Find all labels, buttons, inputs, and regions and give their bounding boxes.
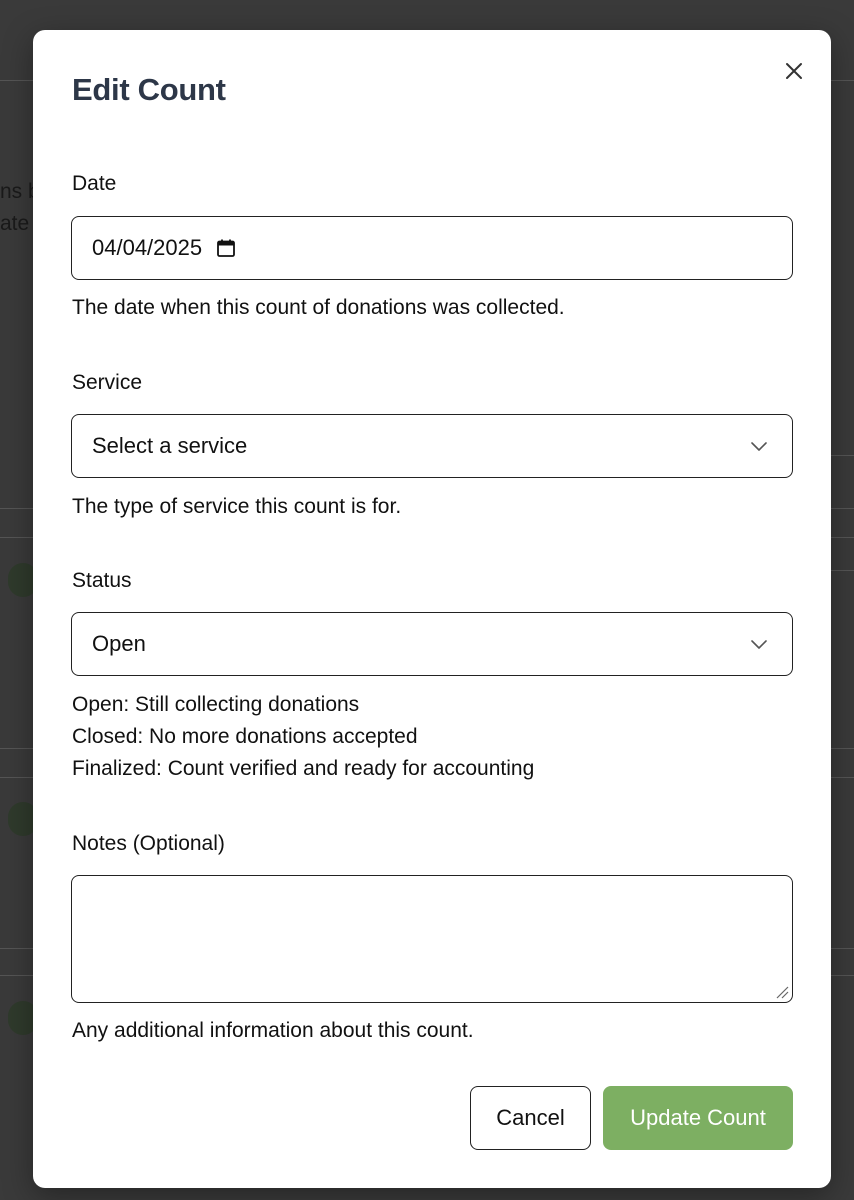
status-select[interactable]: Open xyxy=(71,612,793,676)
notes-help-text: Any additional information about this co… xyxy=(72,1019,474,1042)
date-help-text: The date when this count of donations wa… xyxy=(72,296,565,319)
cancel-button[interactable]: Cancel xyxy=(470,1086,591,1150)
close-icon xyxy=(786,63,802,79)
chevron-down-icon xyxy=(751,442,767,451)
date-label: Date xyxy=(72,172,117,195)
notes-textarea[interactable] xyxy=(71,875,793,1003)
close-button[interactable] xyxy=(779,56,809,86)
service-label: Service xyxy=(72,371,143,394)
status-selected-value: Open xyxy=(92,631,146,656)
edit-count-dialog: Edit Count Date 04/04/2025 The date when… xyxy=(33,30,831,1188)
service-help-text: The type of service this count is for. xyxy=(72,495,402,518)
status-help-line: Finalized: Count verified and ready for … xyxy=(72,757,535,780)
service-select[interactable]: Select a service xyxy=(71,414,793,478)
chevron-down-icon xyxy=(751,640,767,649)
date-input[interactable]: 04/04/2025 xyxy=(71,216,793,280)
date-value: 04/04/2025 xyxy=(92,235,203,260)
status-help-text: Open: Still collecting donations Closed:… xyxy=(72,689,534,785)
resize-handle-icon[interactable] xyxy=(773,983,789,999)
status-help-line: Closed: No more donations accepted xyxy=(72,725,418,748)
update-count-button[interactable]: Update Count xyxy=(603,1086,793,1150)
service-selected-value: Select a service xyxy=(92,433,248,458)
calendar-icon[interactable] xyxy=(216,238,236,258)
status-help-line: Open: Still collecting donations xyxy=(72,693,360,716)
status-label: Status xyxy=(72,569,132,592)
notes-label: Notes (Optional) xyxy=(72,832,225,855)
dialog-title: Edit Count xyxy=(72,72,226,107)
